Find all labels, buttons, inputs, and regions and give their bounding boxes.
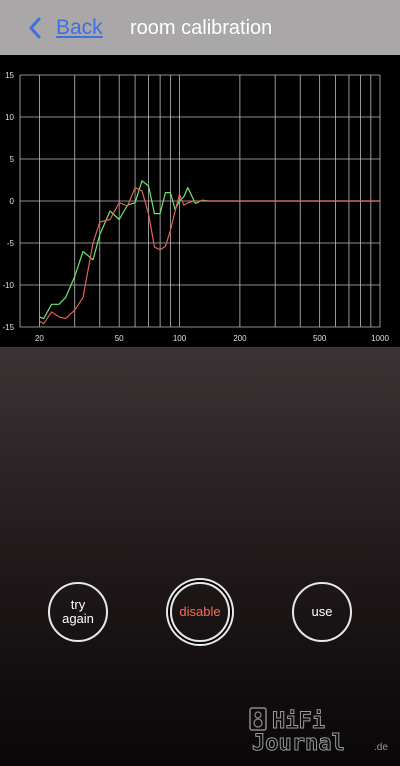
try-again-label: try again [62,597,94,626]
try-again-button[interactable]: try again [48,582,108,642]
x-tick-label: 50 [115,334,124,343]
y-tick-label: 10 [5,113,14,122]
disable-label: disable [179,604,221,619]
y-tick-label: -5 [7,239,15,248]
x-tick-label: 20 [35,334,44,343]
use-label: use [311,604,333,619]
use-button[interactable]: use [292,582,352,642]
back-label[interactable]: Back [56,16,103,40]
page-title: room calibration [130,17,273,39]
disable-button[interactable]: disable [170,582,230,642]
back-button[interactable]: Back [28,14,103,42]
x-tick-label: 500 [313,334,327,343]
chevron-left-icon [29,17,41,39]
x-tick-label: 100 [173,334,187,343]
y-tick-label: 15 [5,71,14,80]
y-tick-label: -15 [2,323,14,332]
y-tick-label: 0 [10,197,15,206]
y-tick-label: -10 [2,281,14,290]
series-line-2 [39,187,380,325]
lower-panel [0,347,400,766]
x-tick-label: 1000 [371,334,389,343]
frequency-response-chart: 15 10 5 0 -5 -10 -15 20 50 100 200 500 1000 [0,55,400,347]
x-tick-label: 200 [233,334,247,343]
logo-text-line2: Journal [252,731,345,754]
header-bar: Back room calibration [0,0,400,55]
y-tick-label: 5 [10,155,15,164]
speaker-icon [249,707,267,731]
chart-svg: 151050-5-10-1520 50 100 200 500 1000 [2,71,389,343]
logo-text-suffix: .de [374,742,388,753]
hifi-journal-logo: HiFi Journal .de [249,707,388,754]
